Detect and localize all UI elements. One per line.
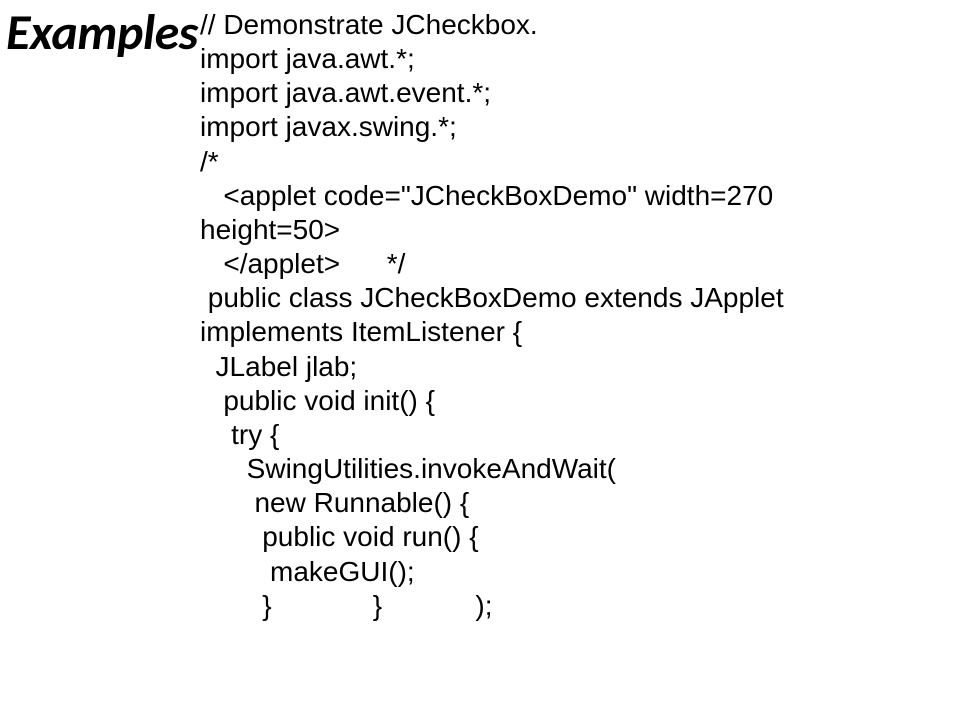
slide-title: Examples bbox=[6, 2, 198, 63]
code-block: // Demonstrate JCheckbox. import java.aw… bbox=[200, 8, 850, 623]
slide: Examples // Demonstrate JCheckbox. impor… bbox=[0, 0, 960, 720]
